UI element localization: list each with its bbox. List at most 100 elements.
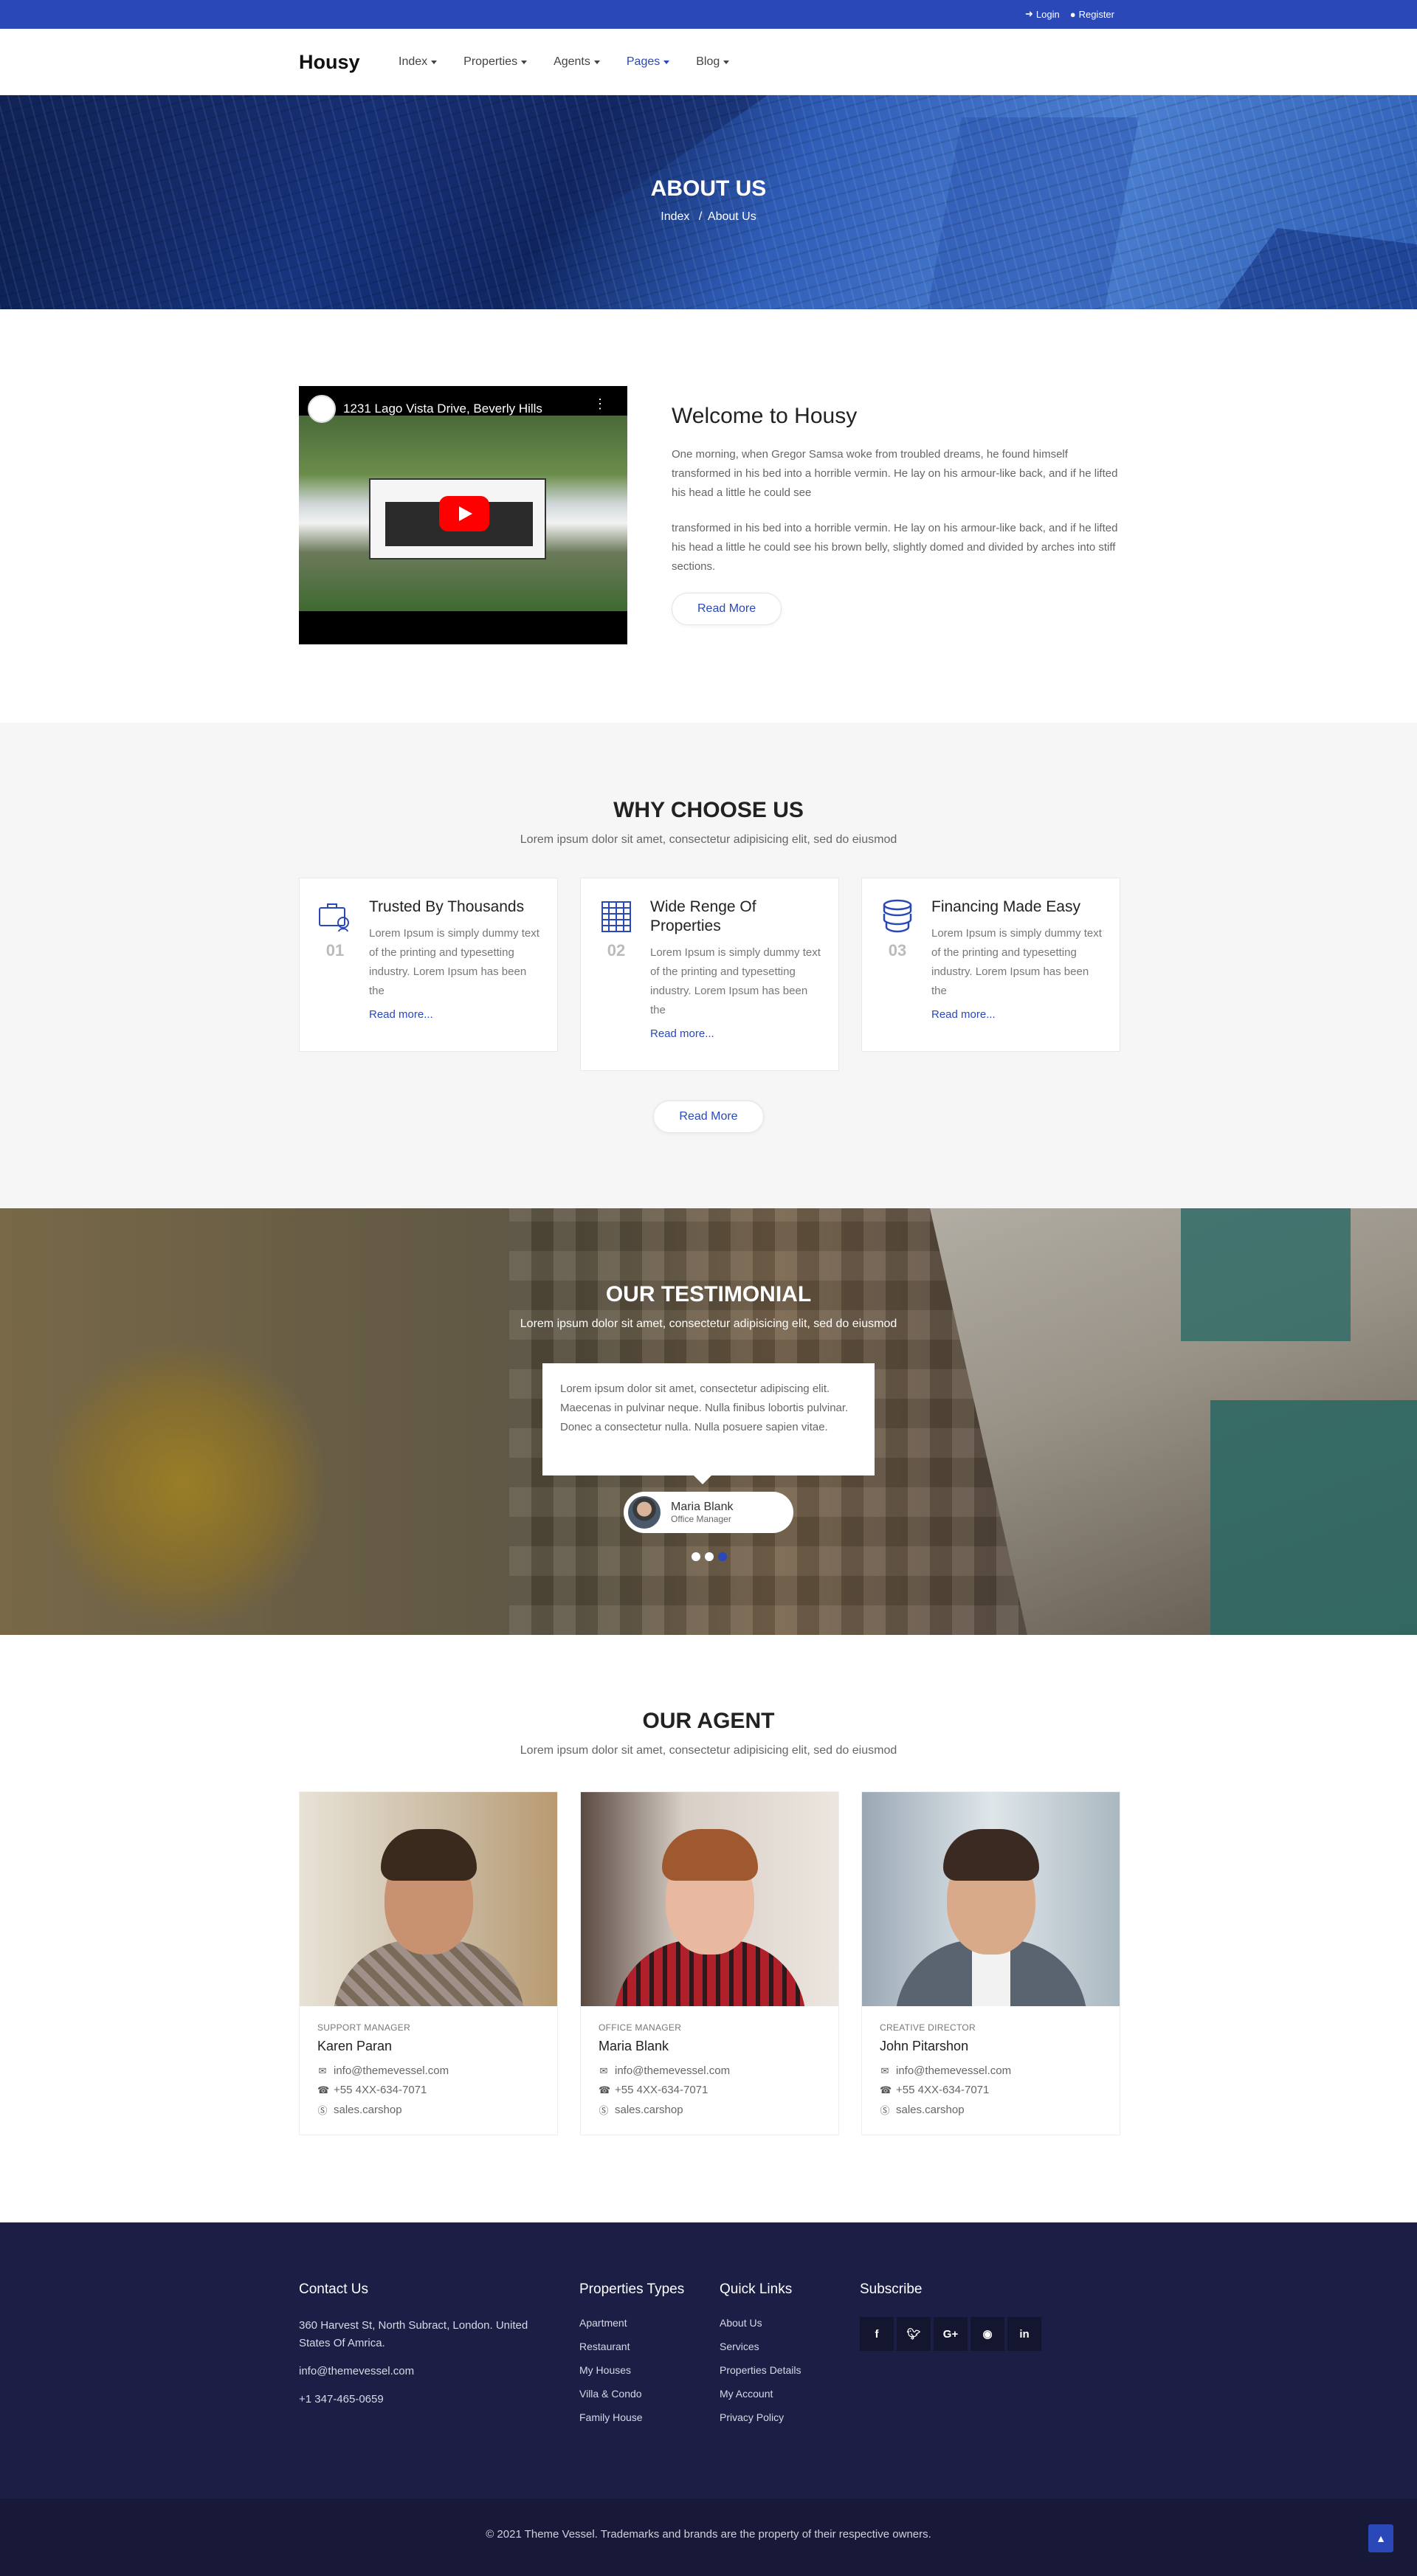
agent-phone[interactable]: +55 4XX-634-7071: [615, 2084, 708, 2096]
feature-title: Financing Made Easy: [931, 898, 1080, 915]
caret-down-icon: [723, 60, 730, 64]
agent-email[interactable]: info@themevessel.com: [896, 2064, 1011, 2077]
footer-link[interactable]: Privacy Policy: [720, 2411, 801, 2423]
footer-link[interactable]: My Houses: [579, 2364, 684, 2376]
menu-item-label: Agents: [554, 55, 590, 68]
agent-role: OFFICE MANAGER: [599, 2022, 682, 2033]
logo[interactable]: Housy: [299, 51, 360, 74]
feature-read-more-link[interactable]: Read more...: [369, 1008, 541, 1021]
caret-down-icon: [663, 60, 670, 64]
envelope-icon: ✉: [880, 2064, 889, 2076]
menu-item-blog[interactable]: Blog: [696, 55, 730, 69]
author-info: Maria Blank Office Manager: [671, 1501, 733, 1524]
breadcrumb: Index / About Us: [0, 210, 1417, 224]
agent-skype[interactable]: sales.carshop: [334, 2104, 402, 2116]
facebook-icon[interactable]: f: [860, 2317, 894, 2351]
carousel-dot-active[interactable]: [718, 1552, 727, 1561]
menu-item-pages[interactable]: Pages: [627, 55, 670, 69]
footer-heading: Subscribe: [860, 2281, 923, 2297]
agent-photo[interactable]: [862, 1792, 1120, 2006]
rss-icon[interactable]: ◉: [970, 2317, 1004, 2351]
play-button-icon[interactable]: [439, 496, 489, 531]
agent-email[interactable]: info@themevessel.com: [334, 2064, 449, 2077]
feature-body: Trusted By Thousands Lorem Ipsum is simp…: [369, 898, 541, 1035]
feature-body: Financing Made Easy Lorem Ipsum is simpl…: [931, 898, 1103, 1035]
footer-link[interactable]: Properties Details: [720, 2364, 801, 2376]
menu-item-properties[interactable]: Properties: [463, 55, 528, 69]
breadcrumb-current: About Us: [707, 210, 756, 223]
footer-link[interactable]: My Account: [720, 2388, 801, 2400]
agent-name[interactable]: Karen Paran: [317, 2039, 539, 2054]
agent-phone-row: ☎ +55 4XX-634-7071: [317, 2084, 539, 2096]
copyright-text: © 2021 Theme Vessel. Trademarks and bran…: [486, 2528, 931, 2541]
video-title[interactable]: 1231 Lago Vista Drive, Beverly Hills: [343, 402, 542, 416]
agent-email[interactable]: info@themevessel.com: [615, 2064, 730, 2077]
coins-icon: [883, 899, 912, 933]
agent-name[interactable]: Maria Blank: [599, 2039, 821, 2054]
google-plus-icon[interactable]: G+: [934, 2317, 968, 2351]
briefcase-user-icon: [319, 903, 349, 932]
footer-link[interactable]: About Us: [720, 2317, 801, 2329]
footer-link[interactable]: Services: [720, 2341, 801, 2352]
register-label: Register: [1078, 8, 1114, 20]
carousel-dots: [692, 1552, 727, 1561]
menu-item-agents[interactable]: Agents: [554, 55, 600, 69]
login-link[interactable]: ➜ Login: [1025, 8, 1060, 20]
why-more-wrap: Read More: [0, 1101, 1417, 1133]
read-more-button[interactable]: Read More: [672, 593, 782, 625]
twitter-icon[interactable]: 🐦︎: [897, 2317, 931, 2351]
carousel-dot[interactable]: [692, 1552, 700, 1561]
about-heading: Welcome to Housy: [672, 404, 858, 428]
channel-avatar[interactable]: [308, 395, 336, 423]
feature-read-more-link[interactable]: Read more...: [650, 1027, 822, 1040]
footer-link[interactable]: Villa & Condo: [579, 2388, 684, 2400]
agent-info: SUPPORT MANAGER Karen Paran ✉ info@themev…: [300, 2006, 557, 2135]
agent-phone[interactable]: +55 4XX-634-7071: [334, 2084, 427, 2096]
footer-link[interactable]: Apartment: [579, 2317, 684, 2329]
agent-skype-row: Ⓢsales.carshop: [880, 2103, 1102, 2117]
feature-title: Trusted By Thousands: [369, 898, 525, 915]
linkedin-icon[interactable]: in: [1007, 2317, 1041, 2351]
testimonial-quote: Lorem ipsum dolor sit amet, consectetur …: [542, 1363, 875, 1484]
more-vert-icon[interactable]: ⋮: [593, 396, 607, 412]
footer-email[interactable]: info@themevessel.com: [299, 2363, 542, 2380]
register-link[interactable]: ● Register: [1070, 8, 1114, 20]
main-menu: Index Properties Agents Pages Blog: [399, 55, 730, 69]
agent-role: CREATIVE DIRECTOR: [880, 2022, 976, 2033]
breadcrumb-home[interactable]: Index: [661, 210, 689, 223]
carousel-dot[interactable]: [705, 1552, 714, 1561]
agent-photo[interactable]: [581, 1792, 838, 2006]
agent-skype[interactable]: sales.carshop: [896, 2104, 965, 2116]
footer-link[interactable]: Restaurant: [579, 2341, 684, 2352]
footer-contact: Contact Us 360 Harvest St, North Subract…: [299, 2281, 542, 2419]
page-banner: ABOUT US Index / About Us: [0, 95, 1417, 309]
menu-item-label: Index: [399, 55, 428, 68]
menu-item-index[interactable]: Index: [399, 55, 438, 69]
chevron-up-icon: ▲: [1376, 2532, 1386, 2544]
menu-item-label: Blog: [696, 55, 720, 68]
feature-read-more-link[interactable]: Read more...: [931, 1008, 1103, 1021]
phone-icon: ☎: [599, 2084, 611, 2095]
agent-name[interactable]: John Pitarshon: [880, 2039, 1102, 2054]
agent-email-row: ✉ info@themevessel.com: [880, 2064, 1102, 2077]
agent-phone[interactable]: +55 4XX-634-7071: [896, 2084, 989, 2096]
feature-text: Lorem Ipsum is simply dummy text of the …: [369, 927, 539, 997]
feature-icon-wrap: 03: [878, 898, 917, 1035]
login-icon: ➜: [1025, 8, 1033, 19]
video-player[interactable]: 1231 Lago Vista Drive, Beverly Hills ⋮: [299, 386, 627, 644]
agent-photo[interactable]: [300, 1792, 557, 2006]
top-bar: ➜ Login ● Register: [0, 0, 1417, 29]
feature-number: 01: [325, 941, 345, 960]
author-role: Office Manager: [671, 1514, 731, 1524]
footer-phone[interactable]: +1 347-465-0659: [299, 2391, 542, 2408]
back-to-top-button[interactable]: ▲: [1368, 2524, 1393, 2552]
feature-text: Lorem Ipsum is simply dummy text of the …: [931, 927, 1102, 997]
footer-heading: Quick Links: [720, 2281, 793, 2297]
footer-link[interactable]: Family House: [579, 2411, 684, 2423]
page-title: ABOUT US: [650, 176, 767, 201]
agent-card: CREATIVE DIRECTOR John Pitarshon ✉ info@t…: [861, 1791, 1120, 2135]
read-more-button[interactable]: Read More: [653, 1101, 764, 1133]
agent-card: SUPPORT MANAGER Karen Paran ✉ info@themev…: [299, 1791, 558, 2135]
agent-skype[interactable]: sales.carshop: [615, 2104, 683, 2116]
agent-email-row: ✉ info@themevessel.com: [599, 2064, 821, 2077]
